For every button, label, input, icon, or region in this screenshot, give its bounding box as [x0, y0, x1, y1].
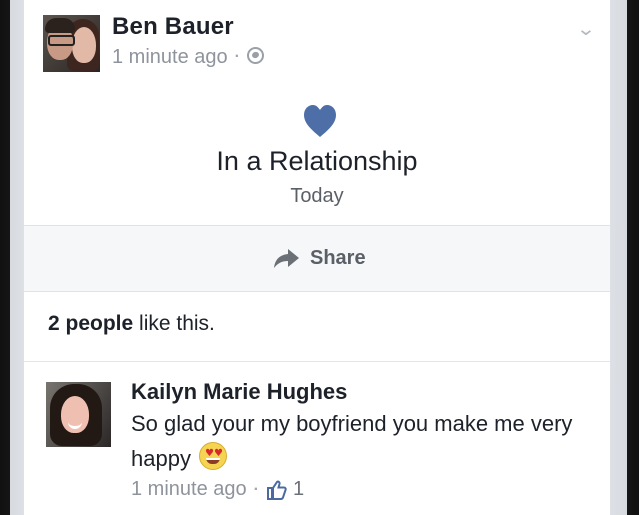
comment-meta: 1 minute ago · 1 [131, 478, 304, 501]
right-background-strip [610, 0, 639, 515]
post-header: Ben Bauer 1 minute ago · ⌄ [24, 0, 610, 88]
comment-meta-separator: · [253, 480, 259, 498]
life-event: In a Relationship Today [24, 88, 610, 225]
likes-summary[interactable]: 2 people like this. [48, 312, 215, 336]
heart-icon [304, 105, 336, 137]
meta-separator: · [234, 48, 240, 65]
likes-count-text: 2 people [48, 312, 134, 335]
avatar-person-left-hair [45, 18, 75, 33]
screen: Ben Bauer 1 minute ago · ⌄ In a Relations… [0, 0, 639, 515]
globe-icon[interactable] [246, 47, 264, 64]
share-arrow-icon [274, 249, 299, 268]
avatar-glasses [48, 35, 75, 46]
post-time[interactable]: 1 minute ago [112, 46, 228, 68]
chevron-down-icon[interactable]: ⌄ [576, 20, 596, 39]
commenter-name[interactable]: Kailyn Marie Hughes [131, 379, 347, 405]
life-event-date: Today [290, 185, 344, 207]
life-event-title: In a Relationship [216, 146, 418, 176]
heart-eyes-emoji-icon [198, 442, 227, 470]
avatar-person-right-face [72, 27, 96, 63]
emoji-mouth [205, 458, 220, 464]
author-name[interactable]: Ben Bauer [112, 13, 234, 41]
share-button[interactable]: Share [273, 245, 366, 271]
share-arrow-shape [274, 249, 299, 268]
post-card: Ben Bauer 1 minute ago · ⌄ In a Relations… [24, 0, 610, 515]
likes-suffix: like this. [133, 312, 215, 335]
share-label: Share [310, 246, 366, 269]
comment-text: So glad your my boyfriend you make me ve… [131, 411, 573, 471]
left-background-strip [0, 0, 24, 515]
comment: Kailyn Marie Hughes So glad your my boyf… [24, 362, 610, 515]
commenter-avatar[interactable] [46, 382, 111, 447]
heart-shape [304, 105, 336, 137]
comment-like-count: 1 [292, 478, 305, 500]
comment-time[interactable]: 1 minute ago [131, 478, 247, 501]
share-bar: Share [24, 225, 610, 292]
author-avatar[interactable] [43, 15, 100, 72]
thumbs-up-outline [266, 480, 287, 500]
comment-text-block: So glad your my boyfriend you make me ve… [131, 406, 579, 476]
thumbs-up-icon[interactable] [266, 480, 287, 500]
post-meta: 1 minute ago · [112, 46, 264, 69]
